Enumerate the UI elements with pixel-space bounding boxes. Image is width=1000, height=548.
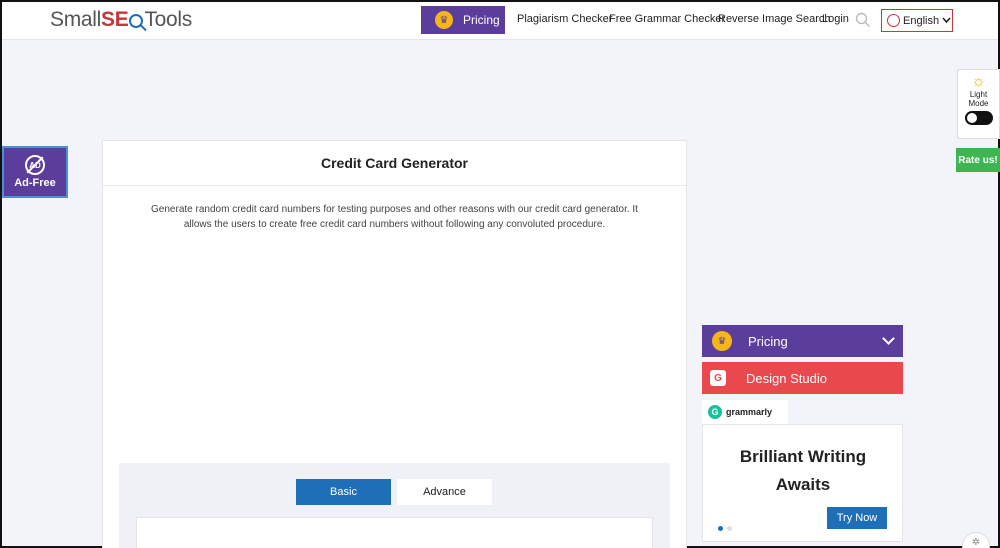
nav-login[interactable]: Login xyxy=(822,13,849,25)
nav-plagiarism-checker[interactable]: Plagiarism Checker xyxy=(517,13,612,25)
language-label: English xyxy=(903,14,940,27)
tab-basic[interactable]: Basic xyxy=(296,479,391,505)
logo-text-tools: Tools xyxy=(144,8,192,31)
chevron-down-icon xyxy=(882,332,895,345)
light-mode-label-1: Light xyxy=(969,90,988,99)
ad-headline: Brilliant Writing Awaits xyxy=(739,447,867,494)
grammarly-logo-icon: G xyxy=(708,405,722,419)
design-studio-label: Design Studio xyxy=(746,370,827,386)
logo-text-small: Small xyxy=(50,8,102,31)
sun-icon: ☼ xyxy=(971,73,986,90)
ad-free-button[interactable]: AD Ad-Free xyxy=(2,146,68,198)
design-studio-button[interactable]: G Design Studio xyxy=(702,362,903,394)
rate-us-button[interactable]: Rate us! xyxy=(956,148,1000,172)
page-title: Credit Card Generator xyxy=(103,141,686,186)
grammarly-ad-box: Brilliant Writing Awaits Try Now xyxy=(702,424,903,542)
chevron-down-icon xyxy=(942,15,951,27)
carousel-dot-active[interactable] xyxy=(718,526,723,531)
header-pricing-label: Pricing xyxy=(463,13,500,27)
carousel-dot[interactable] xyxy=(727,526,732,531)
site-logo[interactable]: Small SE Tools xyxy=(50,8,192,32)
grammarly-label: grammarly xyxy=(726,407,773,417)
light-mode-label-2: Mode xyxy=(968,99,989,108)
no-ads-icon: AD xyxy=(25,155,45,175)
theme-toggle-switch[interactable] xyxy=(964,111,993,125)
tool-card: Credit Card Generator Generate random cr… xyxy=(102,140,687,548)
crown-icon: ♛ xyxy=(712,331,732,351)
globe-icon xyxy=(887,14,900,27)
generator-panel: Basic Advance xyxy=(119,463,670,548)
ad-free-label: Ad-Free xyxy=(14,177,56,189)
nav-free-grammar-checker[interactable]: Free Grammar Checker xyxy=(609,13,725,25)
tool-description: Generate random credit card numbers for … xyxy=(151,204,638,230)
design-studio-icon: G xyxy=(710,370,726,386)
search-icon[interactable] xyxy=(855,12,871,28)
sidebar-pricing-dropdown[interactable]: ♛ Pricing xyxy=(702,325,903,357)
crown-icon: ♛ xyxy=(435,11,453,29)
try-now-button[interactable]: Try Now xyxy=(827,507,887,529)
sidebar-pricing-label: Pricing xyxy=(748,333,788,349)
generator-form-area xyxy=(136,517,653,548)
tab-advance[interactable]: Advance xyxy=(397,479,492,505)
logo-text-seo: SE xyxy=(101,8,129,31)
magnifier-logo-icon xyxy=(129,14,144,28)
header-pricing-button[interactable]: ♛ Pricing xyxy=(421,6,505,34)
language-select[interactable]: English xyxy=(881,9,953,32)
grammarly-ad-tab[interactable]: G grammarly xyxy=(702,400,788,424)
theme-toggle-panel: ☼ Light Mode xyxy=(957,69,1000,139)
scroll-top-icon[interactable]: ✲ xyxy=(962,532,990,548)
nav-reverse-image-search[interactable]: Reverse Image Search xyxy=(718,13,831,25)
top-header: Small SE Tools ♛ Pricing Plagiarism Chec… xyxy=(2,2,998,40)
